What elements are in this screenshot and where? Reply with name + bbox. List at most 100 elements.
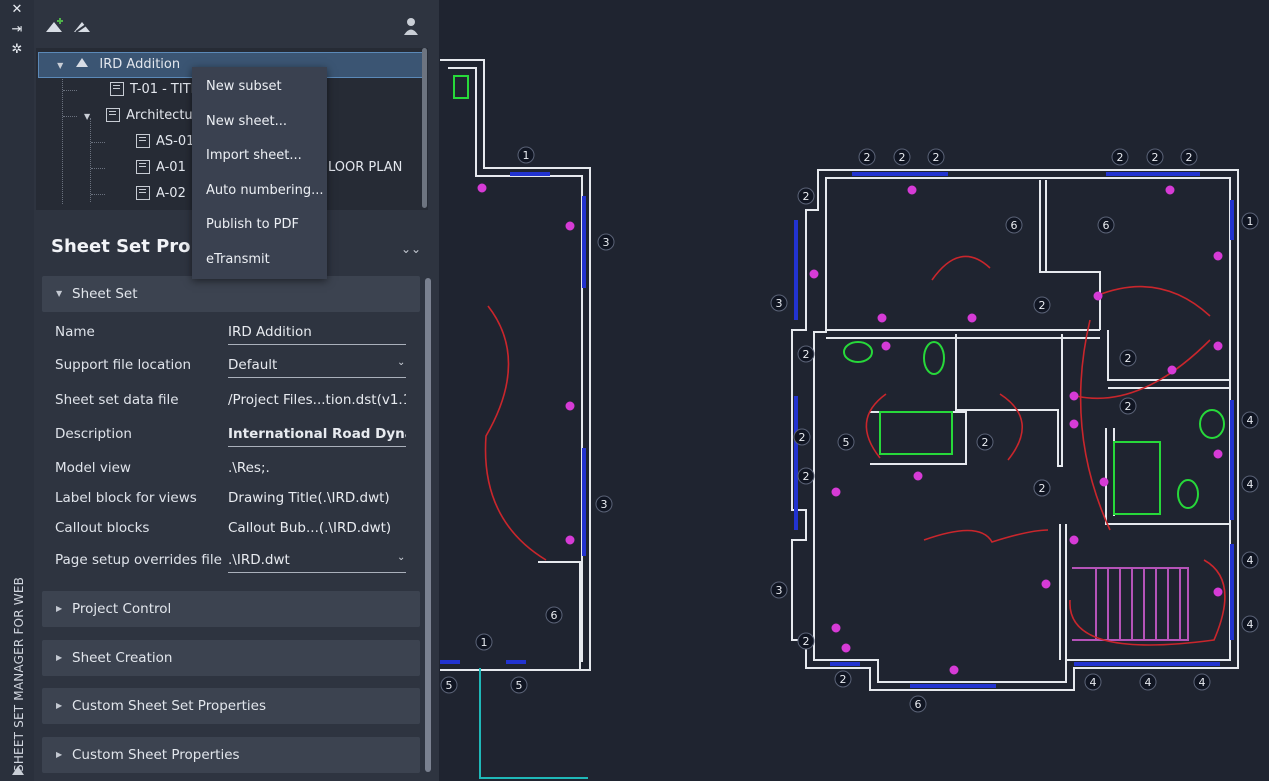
collapse-icon[interactable]: ⇥ bbox=[9, 22, 25, 38]
chevron-down-icon[interactable]: ▼ bbox=[57, 54, 67, 78]
property-value-select[interactable]: Default bbox=[228, 357, 406, 378]
section-custom-sheet-props[interactable]: ▶ Custom Sheet Properties bbox=[42, 737, 420, 773]
svg-text:3: 3 bbox=[603, 236, 610, 249]
receptacle bbox=[913, 471, 923, 481]
settings-icon[interactable]: ✲ bbox=[9, 42, 25, 58]
menu-item-auto-numbering[interactable]: Auto numbering... bbox=[206, 183, 324, 198]
receptacle bbox=[967, 313, 977, 323]
property-row-support-file[interactable]: Support file location Default ⌄ bbox=[55, 351, 425, 379]
property-row-name[interactable]: Name IRD Addition bbox=[55, 318, 425, 346]
svg-text:6: 6 bbox=[551, 609, 558, 622]
property-value-select[interactable]: .\IRD.dwt bbox=[228, 552, 406, 573]
circuit-tag: 1 bbox=[475, 633, 493, 651]
property-row-data-file: Sheet set data file/Project Files...tion… bbox=[55, 386, 425, 414]
section-custom-set-props[interactable]: ▶ Custom Sheet Set Properties bbox=[42, 688, 420, 724]
circuit-tag: 5 bbox=[510, 676, 528, 694]
svg-text:2: 2 bbox=[864, 151, 871, 164]
bathtub bbox=[1113, 441, 1161, 515]
subset-icon bbox=[106, 108, 121, 122]
property-value-input[interactable]: International Road Dynamics bbox=[228, 426, 406, 447]
circuit-wire bbox=[484, 305, 547, 561]
receptacle bbox=[1041, 579, 1051, 589]
property-value: /Project Files...tion.dst(v1.1) bbox=[228, 392, 406, 408]
circuit-wire bbox=[931, 255, 991, 281]
svg-text:2: 2 bbox=[803, 470, 810, 483]
circuit-tag: 6 bbox=[909, 695, 927, 713]
circuit-tag: 4 bbox=[1241, 551, 1259, 569]
circuit-wire bbox=[999, 393, 1023, 461]
tree-item-sheet[interactable]: A-01 bbox=[136, 156, 186, 180]
circuit-tag: 3 bbox=[770, 294, 788, 312]
tree-scrollbar[interactable] bbox=[422, 48, 427, 208]
chevron-down-icon: ▼ bbox=[56, 289, 63, 298]
circuit-tag: 2 bbox=[976, 433, 994, 451]
circuit-tag: 2 bbox=[1119, 349, 1137, 367]
menu-item-import-sheet[interactable]: Import sheet... bbox=[206, 148, 302, 163]
close-icon[interactable]: ✕ bbox=[9, 2, 25, 18]
menu-item-publish-pdf[interactable]: Publish to PDF bbox=[206, 217, 299, 232]
circuit-tag: 5 bbox=[440, 676, 458, 694]
circuit-tag: 1 bbox=[1241, 212, 1259, 230]
context-menu: New subset New sheet... Import sheet... … bbox=[192, 67, 327, 279]
svg-text:2: 2 bbox=[803, 635, 810, 648]
circuit-tag: 2 bbox=[1033, 296, 1051, 314]
tree-item-sheet[interactable]: A-02 bbox=[136, 182, 186, 206]
chevron-right-icon: ▶ bbox=[56, 750, 63, 759]
user-icon[interactable] bbox=[400, 16, 422, 36]
collapse-all-icon[interactable]: ⌄⌄ bbox=[401, 242, 421, 258]
menu-item-new-subset[interactable]: New subset bbox=[206, 79, 282, 94]
chevron-down-icon[interactable]: ⌄ bbox=[397, 552, 405, 563]
section-sheet-creation[interactable]: ▶ Sheet Creation bbox=[42, 640, 420, 676]
chevron-down-icon[interactable]: ▼ bbox=[84, 105, 94, 129]
svg-text:4: 4 bbox=[1247, 618, 1254, 631]
tree-item-subset[interactable]: ▼ Architectu bbox=[84, 104, 193, 128]
tree-item-sheet[interactable]: T-01 - TITL bbox=[110, 78, 198, 102]
receptacle bbox=[1093, 291, 1103, 301]
wall-segment bbox=[448, 67, 583, 662]
receptacle bbox=[809, 269, 819, 279]
tree-item-sheet[interactable]: AS-01 bbox=[136, 130, 194, 154]
circuit-tag: 4 bbox=[1084, 673, 1102, 691]
tree-item-label: T-01 - TITL bbox=[130, 82, 198, 97]
chevron-down-icon[interactable]: ⌄ bbox=[397, 357, 405, 368]
new-sheet-set-icon[interactable] bbox=[44, 16, 66, 36]
section-project-control[interactable]: ▶ Project Control bbox=[42, 591, 420, 627]
circuit-tag: 2 bbox=[1033, 479, 1051, 497]
section-sheet-set[interactable]: ▼ Sheet Set bbox=[42, 276, 420, 312]
svg-text:4: 4 bbox=[1247, 478, 1254, 491]
svg-text:2: 2 bbox=[1039, 299, 1046, 312]
sheet-icon bbox=[136, 160, 150, 174]
circuit-tag: 2 bbox=[1111, 148, 1129, 166]
receptacle bbox=[1069, 419, 1079, 429]
toilet bbox=[923, 341, 945, 375]
property-key: Support file location bbox=[55, 357, 192, 373]
property-value-input[interactable]: IRD Addition bbox=[228, 324, 406, 345]
svg-text:4: 4 bbox=[1247, 554, 1254, 567]
property-row-page-setup[interactable]: Page setup overrides file .\IRD.dwt ⌄ bbox=[55, 546, 425, 574]
properties-scrollbar[interactable] bbox=[425, 278, 431, 772]
svg-text:2: 2 bbox=[899, 151, 906, 164]
conduit-line bbox=[479, 668, 588, 779]
receptacle bbox=[877, 313, 887, 323]
svg-text:4: 4 bbox=[1090, 676, 1097, 689]
circuit-tag: 4 bbox=[1241, 411, 1259, 429]
circuit-tag: 4 bbox=[1193, 673, 1211, 691]
circuit-wire bbox=[1095, 285, 1211, 317]
sheet-set-icon bbox=[75, 53, 89, 67]
property-row-description[interactable]: Description International Road Dynamics bbox=[55, 420, 425, 448]
open-sheet-set-icon[interactable] bbox=[72, 16, 94, 36]
circuit-tag: 6 bbox=[545, 606, 563, 624]
menu-item-etransmit[interactable]: eTransmit bbox=[206, 252, 270, 267]
property-value: Drawing Title(.\IRD.dwt) bbox=[228, 490, 390, 506]
chevron-right-icon: ▶ bbox=[56, 701, 63, 710]
wall-segment bbox=[440, 59, 591, 671]
receptacle bbox=[1213, 449, 1223, 459]
svg-text:2: 2 bbox=[1117, 151, 1124, 164]
property-row-model-view: Model view .\Res;. bbox=[55, 454, 425, 482]
receptacle bbox=[565, 401, 575, 411]
receptacle bbox=[565, 221, 575, 231]
menu-item-new-sheet[interactable]: New sheet... bbox=[206, 114, 287, 129]
circuit-tag: 2 bbox=[797, 187, 815, 205]
circuit-tag: 2 bbox=[1119, 397, 1137, 415]
svg-text:2: 2 bbox=[799, 431, 806, 444]
